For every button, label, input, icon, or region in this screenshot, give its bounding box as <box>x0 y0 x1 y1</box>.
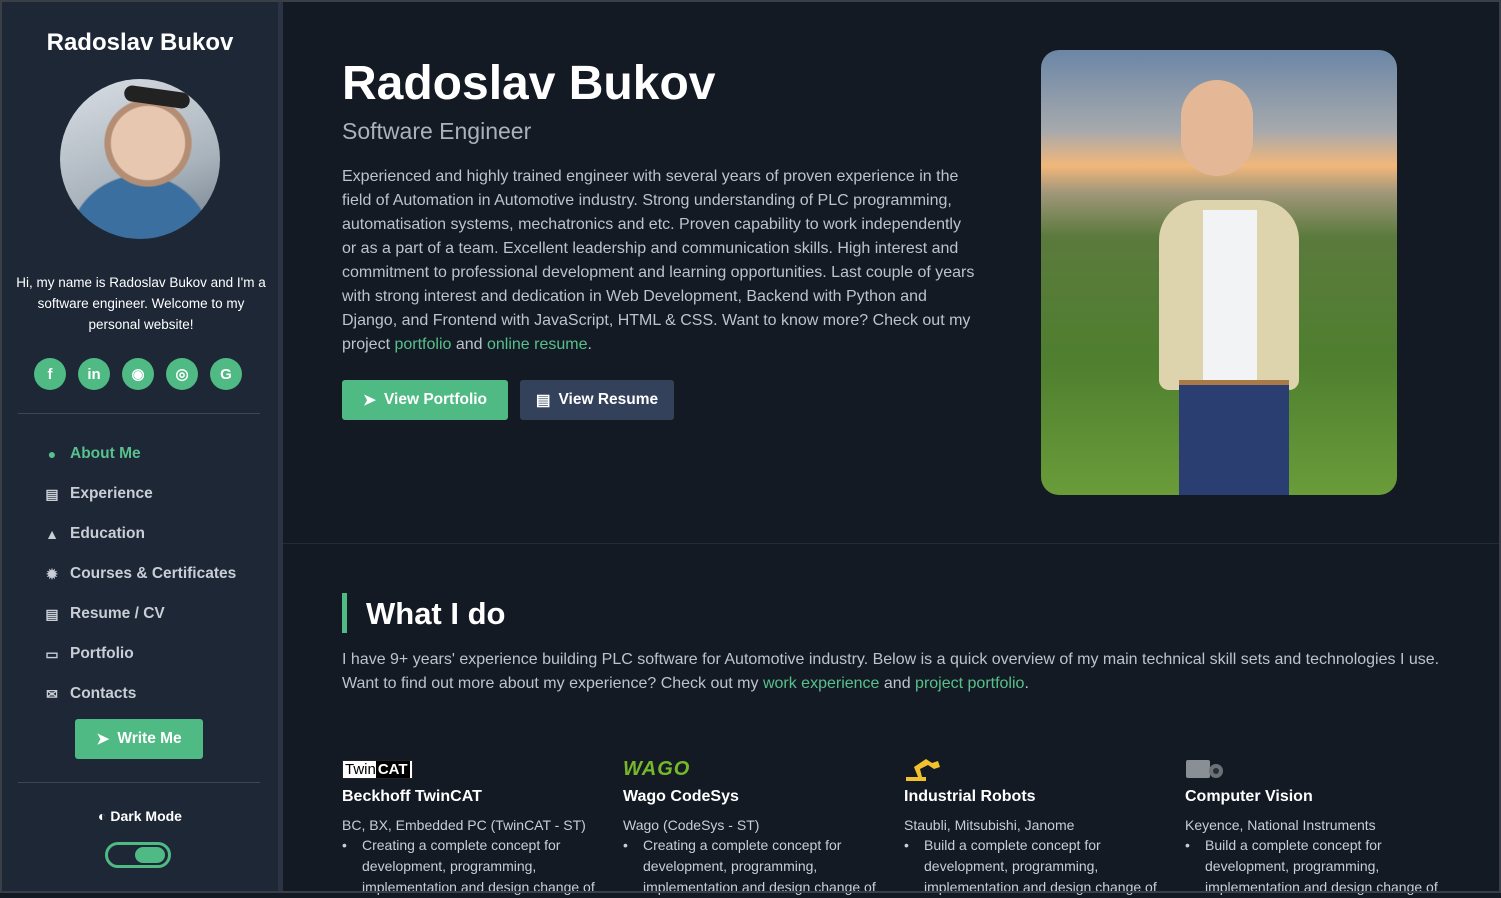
portfolio-link[interactable]: portfolio <box>394 336 451 353</box>
nav-label: Contacts <box>70 685 137 702</box>
half-circle-icon: ◐ <box>98 808 107 824</box>
nav-courses-certificates[interactable]: ✹ Courses & Certificates <box>42 554 236 594</box>
file-icon: ▤ <box>45 605 59 622</box>
logo-text: CAT <box>375 760 410 778</box>
project-portfolio-link[interactable]: project portfolio <box>915 675 1024 692</box>
skill-title: Computer Vision <box>1185 788 1313 805</box>
nav-label: Resume / CV <box>70 605 165 622</box>
sidebar-divider <box>18 782 260 783</box>
skill-bullet: Build a complete concept for development… <box>904 835 1159 898</box>
write-me-label: Write Me <box>117 730 182 747</box>
what-i-do-title: What I do <box>366 596 506 631</box>
facebook-icon[interactable]: f <box>34 358 66 390</box>
view-portfolio-label: View Portfolio <box>383 391 488 408</box>
photo-shirt <box>1203 210 1257 380</box>
wago-logo-icon: WAGO <box>623 756 904 782</box>
profile-photo <box>1041 50 1397 495</box>
social-links: f in ◉ ◎ G <box>34 358 242 390</box>
briefcase-icon: ▤ <box>45 485 59 502</box>
skills-grid: Twin CAT Beckhoff TwinCAT BC, BX, Embedde… <box>342 756 1466 898</box>
camera-icon <box>1185 756 1466 782</box>
hero-description: Experienced and highly trained engineer … <box>342 165 977 357</box>
sidebar-nav: ● About Me ▤ Experience ▲ Education ✹ Course… <box>42 434 236 714</box>
github-icon[interactable]: ◉ <box>122 358 154 390</box>
logo-text: Twin <box>345 760 376 778</box>
photo-pants <box>1179 385 1289 495</box>
skill-bullet: Creating a complete concept for developm… <box>342 835 597 898</box>
toggle-knob <box>135 847 165 863</box>
skill-tech: Wago (CodeSys - ST) <box>623 817 760 833</box>
view-resume-label: View Resume <box>558 391 659 408</box>
skill-bullet: Build a complete concept for development… <box>1185 835 1440 898</box>
main-content: Radoslav Bukov Software Engineer Experie… <box>283 2 1499 895</box>
skill-title: Industrial Robots <box>904 788 1036 805</box>
skill-tech: Staubli, Mitsubishi, Janome <box>904 817 1075 833</box>
certificate-icon: ✹ <box>46 565 58 582</box>
skill-tech: Keyence, National Instruments <box>1185 817 1376 833</box>
hero-role: Software Engineer <box>342 118 532 144</box>
skill-title: Wago CodeSys <box>623 788 739 805</box>
dark-mode-toggle[interactable] <box>105 842 171 868</box>
intro-text: . <box>1024 675 1029 692</box>
nav-about-me[interactable]: ● About Me <box>42 434 236 474</box>
online-resume-link[interactable]: online resume <box>487 336 588 353</box>
arrow-circle-icon: ➤ <box>362 391 376 409</box>
skill-title: Beckhoff TwinCAT <box>342 788 482 805</box>
view-resume-button[interactable]: ▤ View Resume <box>520 380 674 420</box>
skill-tech: BC, BX, Embedded PC (TwinCAT - ST) <box>342 817 586 833</box>
sidebar-divider <box>18 413 260 414</box>
logo-text: WAGO <box>623 757 691 780</box>
twincat-logo-icon: Twin CAT <box>342 756 623 782</box>
hero-name: Radoslav Bukov <box>342 57 716 110</box>
photo-head <box>1181 80 1253 176</box>
nav-portfolio[interactable]: ▭ Portfolio <box>42 634 236 674</box>
nav-label: Experience <box>70 485 153 502</box>
linkedin-icon[interactable]: in <box>78 358 110 390</box>
nav-contacts[interactable]: ✉ Contacts <box>42 674 236 714</box>
hero-description-text: . <box>587 336 592 353</box>
nav-label: Education <box>70 525 145 542</box>
intro-text: and <box>879 675 916 692</box>
nav-label: Courses & Certificates <box>70 565 237 582</box>
nav-resume-cv[interactable]: ▤ Resume / CV <box>42 594 236 634</box>
nav-label: Portfolio <box>70 645 134 662</box>
work-experience-link[interactable]: work experience <box>763 675 880 692</box>
nav-label: About Me <box>70 445 141 462</box>
file-icon: ▤ <box>535 391 551 409</box>
google-icon[interactable]: G <box>210 358 242 390</box>
hero-description-text: and <box>451 336 487 353</box>
robot-arm-icon <box>904 756 1185 782</box>
skill-card: Computer Vision Keyence, National Instru… <box>1185 756 1466 898</box>
nav-education[interactable]: ▲ Education <box>42 514 236 554</box>
avatar <box>60 79 220 239</box>
hero-description-text: Experienced and highly trained engineer … <box>342 168 975 353</box>
skill-card: WAGO Wago CodeSys Wago (CodeSys - ST) Cr… <box>623 756 904 898</box>
paper-plane-icon: ➤ <box>96 730 110 748</box>
sidebar: Radoslav Bukov Hi, my name is Radoslav B… <box>2 2 278 891</box>
sidebar-bio: Hi, my name is Radoslav Bukov and I'm a … <box>16 275 266 332</box>
write-me-button[interactable]: ➤ Write Me <box>75 719 203 759</box>
section-accent-bar <box>342 593 347 633</box>
mailbox-icon: ✉ <box>46 685 58 702</box>
skill-card: Industrial Robots Staubli, Mitsubishi, J… <box>904 756 1185 898</box>
what-i-do-intro: I have 9+ years' experience building PLC… <box>342 648 1452 696</box>
section-divider <box>283 543 1499 544</box>
user-icon: ● <box>47 446 57 462</box>
dark-mode-label: ◐ Dark Mode <box>98 808 182 824</box>
nav-experience[interactable]: ▤ Experience <box>42 474 236 514</box>
sidebar-brand[interactable]: Radoslav Bukov <box>2 29 278 57</box>
avatar-glasses <box>123 84 191 110</box>
skill-bullet: Creating a complete concept for developm… <box>623 835 878 898</box>
view-portfolio-button[interactable]: ➤ View Portfolio <box>342 380 508 420</box>
laptop-icon: ▭ <box>45 645 59 662</box>
skill-card: Twin CAT Beckhoff TwinCAT BC, BX, Embedde… <box>342 756 623 898</box>
instagram-icon[interactable]: ◎ <box>166 358 198 390</box>
graduation-cap-icon: ▲ <box>45 526 59 542</box>
